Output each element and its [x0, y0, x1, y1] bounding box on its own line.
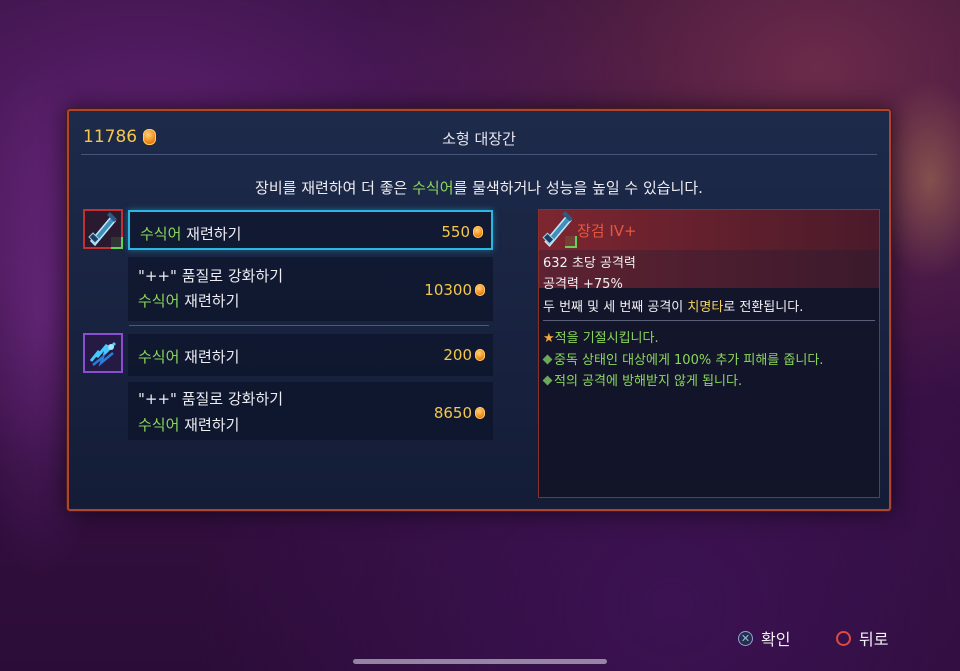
item2-upgrade-option[interactable]: "++" 품질로 강화하기 수식어 재련하기 8650: [128, 382, 493, 440]
star-icon: ★: [543, 331, 555, 346]
gold-coin-icon: [475, 407, 485, 419]
back-label: 뒤로: [859, 630, 889, 649]
item-divider: [129, 325, 489, 326]
confirm-label: 확인: [761, 630, 791, 649]
item2-reforge-option[interactable]: 수식어 재련하기 200: [128, 334, 493, 376]
forge-panel: 11786 소형 대장간 장비를 재련하여 더 좋은 수식어를 물색하거나 성능…: [67, 109, 891, 511]
detail-effect: 두 번째 및 세 번째 공격이 치명타로 전환됩니다.: [543, 300, 804, 315]
detail-item-name: 장검 IV+: [577, 222, 637, 240]
gold-coin-icon: [475, 284, 485, 296]
cross-button-icon: ✕: [738, 630, 753, 646]
quality-badge: [111, 237, 123, 249]
home-indicator[interactable]: [353, 659, 607, 664]
quality-badge: [565, 236, 577, 248]
gold-coin-icon: [475, 349, 485, 361]
detail-dps: 632 초당 공격력: [543, 256, 636, 271]
item2-upgrade-price: 8650: [434, 404, 485, 422]
item-detail-panel: 장검 IV+ 632 초당 공격력 공격력 +75% 두 번째 및 세 번째 공…: [538, 209, 880, 498]
panel-subtitle: 장비를 재련하여 더 좋은 수식어를 물색하거나 성능을 높일 수 있습니다.: [255, 179, 703, 197]
diamond-bullet-icon: [542, 354, 553, 365]
diamond-bullet-icon: [542, 375, 553, 386]
perk-uninterruptible: 적의 공격에 방해받지 않게 됩니다.: [542, 370, 742, 389]
gold-coin-icon: [473, 226, 483, 238]
perk-poison: 중독 상태인 대상에게 100% 추가 피해를 줍니다.: [542, 349, 823, 368]
item1-upgrade-price: 10300: [424, 281, 485, 299]
item1-upgrade-option[interactable]: "++" 품질로 강화하기 수식어 재련하기 10300: [128, 257, 493, 321]
item1-reforge-price: 550: [441, 223, 483, 241]
back-button[interactable]: 뒤로: [836, 626, 888, 650]
circle-button-icon: [836, 630, 851, 646]
broadsword-icon: [539, 210, 579, 250]
panel-header: 11786 소형 대장간: [81, 119, 877, 155]
item1-reforge-option[interactable]: 수식어 재련하기 550: [128, 210, 493, 250]
detail-separator: [543, 320, 875, 321]
perk-stun: ★적을 기절시킵니다.: [543, 331, 659, 346]
panel-title: 소형 대장간: [442, 130, 516, 148]
confirm-button[interactable]: ✕ 확인: [738, 626, 790, 650]
item2-reforge-price: 200: [443, 346, 485, 364]
lightning-fist-icon[interactable]: [83, 333, 123, 373]
detail-attack: 공격력 +75%: [543, 277, 623, 292]
broadsword-icon[interactable]: [83, 209, 123, 249]
